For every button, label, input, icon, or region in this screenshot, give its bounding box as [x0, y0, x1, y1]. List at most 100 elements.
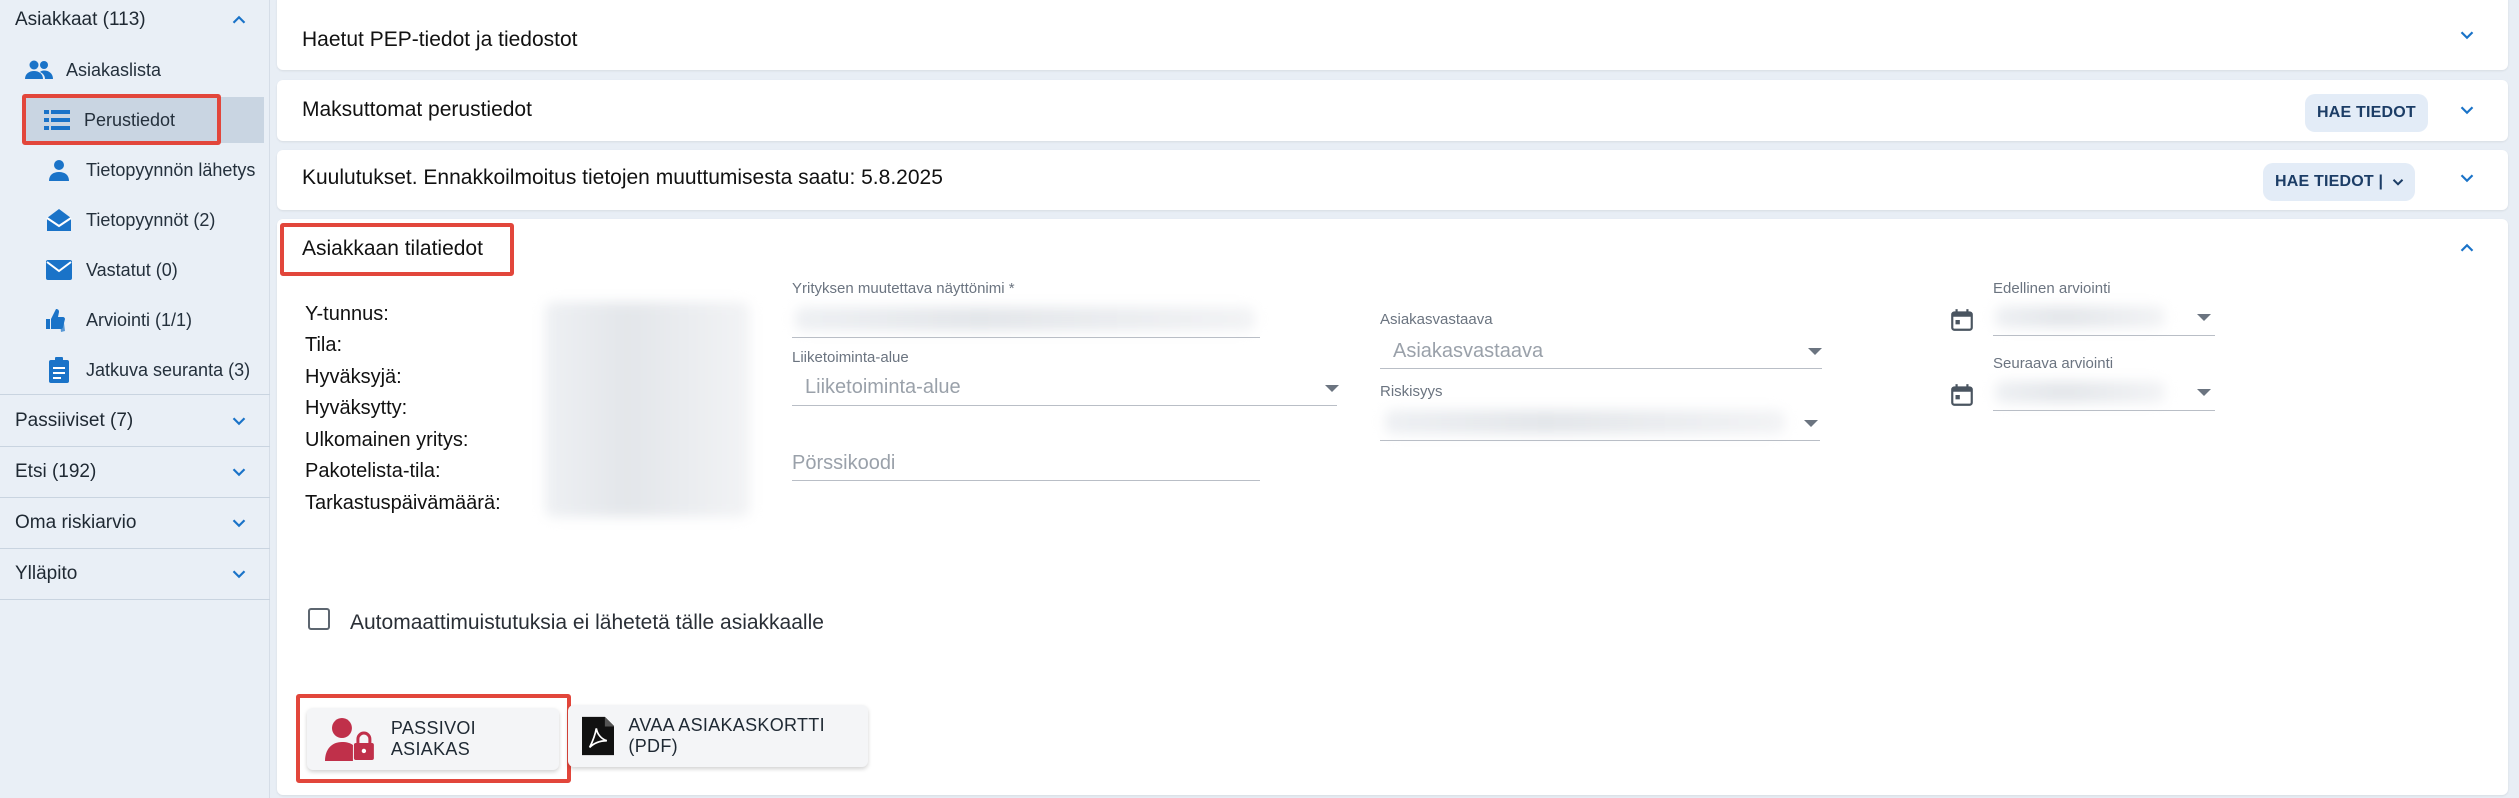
- chevron-up-icon[interactable]: [2456, 237, 2478, 259]
- clipboard-icon: [44, 357, 74, 383]
- card-kuulutukset[interactable]: Kuulutukset. Ennakkoilmoitus tietojen mu…: [277, 150, 2508, 210]
- riskisyys-label: Riskisyys: [1380, 383, 1443, 400]
- list-icon: [42, 107, 72, 133]
- chevron-down-icon: [232, 570, 246, 579]
- nayttonimi-label: Yrityksen muutettava näyttönimi *: [792, 280, 1015, 297]
- envelope-open-icon: [44, 207, 74, 233]
- sidebar-item-label: Vastatut (0): [86, 259, 178, 280]
- field-underline: [792, 405, 1337, 406]
- sidebar-item-label: Tietopyynnön lähetys: [86, 159, 256, 180]
- checkbox-label: Automaattimuistutuksia ei lähetetä tälle…: [350, 611, 824, 634]
- divider: [0, 497, 270, 498]
- chevron-down-icon[interactable]: [2456, 24, 2478, 46]
- user-lock-icon: [325, 718, 374, 761]
- sidebar-section-label: Passiiviset (7): [15, 410, 134, 431]
- sidebar-item-label: Tietopyynnöt (2): [86, 209, 216, 230]
- sidebar-section-yllapito[interactable]: Ylläpito: [0, 550, 270, 598]
- chevron-up-icon: [232, 15, 246, 24]
- liiketoiminta-label: Liiketoiminta-alue: [792, 349, 909, 366]
- divider: [0, 394, 270, 395]
- riskisyys-select[interactable]: [1385, 410, 1785, 434]
- chevron-down-icon[interactable]: [2456, 167, 2478, 189]
- liiketoiminta-select[interactable]: Liiketoiminta-alue: [805, 376, 961, 399]
- sidebar-section-etsi[interactable]: Etsi (192): [0, 448, 270, 496]
- sidebar-item-tietopyynnon-lahetys[interactable]: Tietopyynnön lähetys: [44, 147, 284, 193]
- info-label-hyvaksyja: Hyväksyjä:: [305, 366, 402, 388]
- chevron-down-icon[interactable]: [2456, 99, 2478, 121]
- avaa-asiakaskortti-button[interactable]: AVAA ASIAKASKORTTI (PDF): [568, 705, 868, 767]
- seuraava-date-field[interactable]: [1995, 381, 2165, 403]
- hae-tiedot-button[interactable]: HAE TIEDOT: [2305, 94, 2428, 132]
- sidebar-section-label: Oma riskiarvio: [15, 512, 137, 533]
- chevron-down-icon: [2393, 179, 2404, 186]
- sidebar-item-vastatut[interactable]: Vastatut (0): [44, 247, 284, 293]
- sidebar-item-label: Arviointi (1/1): [86, 309, 193, 330]
- edellinen-label: Edellinen arviointi: [1993, 280, 2111, 297]
- passivoi-asiakas-button[interactable]: PASSIVOI ASIAKAS: [307, 708, 559, 770]
- sidebar-section-label: Asiakkaat (113): [15, 9, 146, 30]
- sidebar-item-label: Asiakaslista: [66, 59, 162, 80]
- caret-down-icon: [2197, 389, 2211, 396]
- divider: [0, 446, 270, 447]
- info-label-pakotelista: Pakotelista-tila:: [305, 460, 441, 482]
- envelope-icon: [44, 257, 74, 283]
- hae-tiedot-dropdown-button[interactable]: HAE TIEDOT |: [2263, 163, 2416, 201]
- field-underline: [1993, 410, 2215, 411]
- automaattimuistutus-checkbox[interactable]: [308, 608, 330, 630]
- porssikoodi-input[interactable]: Pörssikoodi: [792, 452, 895, 475]
- caret-down-icon: [1808, 348, 1822, 355]
- card-title: Kuulutukset. Ennakkoilmoitus tietojen mu…: [302, 166, 943, 189]
- sidebar-section-asiakkaat[interactable]: Asiakkaat (113): [0, 0, 270, 44]
- sidebar-item-label: Perustiedot: [84, 109, 176, 130]
- calendar-icon[interactable]: [1949, 382, 1975, 408]
- chevron-down-icon: [232, 468, 246, 477]
- button-label: PASSIVOI ASIAKAS: [390, 718, 476, 759]
- card-pep[interactable]: Haetut PEP-tiedot ja tiedostot: [277, 0, 2508, 70]
- caret-down-icon: [1804, 420, 1818, 427]
- info-label-y-tunnus: Y-tunnus:: [305, 303, 389, 325]
- field-underline: [1993, 335, 2215, 336]
- field-underline: [792, 480, 1260, 481]
- asiakasvastaava-select[interactable]: Asiakasvastaava: [1393, 340, 1543, 363]
- card-title: Maksuttomat perustiedot: [302, 98, 532, 121]
- field-underline: [792, 337, 1260, 338]
- people-icon: [24, 57, 54, 83]
- info-label-ulkomainen: Ulkomainen yritys:: [305, 429, 469, 451]
- redacted-values: [545, 302, 750, 517]
- thumbs-icon: [44, 307, 74, 333]
- seuraava-label: Seuraava arviointi: [1993, 355, 2114, 372]
- button-label: AVAA ASIAKASKORTTI (PDF): [628, 715, 825, 756]
- caret-down-icon: [1325, 385, 1339, 392]
- chevron-down-icon: [232, 519, 246, 528]
- sidebar-item-jatkuva-seuranta[interactable]: Jatkuva seuranta (3): [44, 347, 284, 393]
- nayttonimi-field[interactable]: [795, 307, 1255, 331]
- sidebar-item-tietopyynnot[interactable]: Tietopyynnöt (2): [44, 197, 284, 243]
- divider: [0, 599, 270, 600]
- sidebar: Asiakkaat (113) Asiakaslista Perustiedot…: [0, 0, 270, 798]
- chevron-down-icon: [232, 417, 246, 426]
- info-label-tarkastus: Tarkastuspäivämäärä:: [305, 492, 501, 514]
- info-label-hyvaksytty: Hyväksytty:: [305, 397, 408, 419]
- card-title: Haetut PEP-tiedot ja tiedostot: [302, 28, 578, 51]
- pdf-icon: [582, 716, 615, 756]
- hae-tiedot-label: HAE TIEDOT |: [2275, 173, 2384, 190]
- sidebar-item-perustiedot[interactable]: Perustiedot: [24, 97, 264, 143]
- caret-down-icon: [2197, 314, 2211, 321]
- sidebar-section-label: Etsi (192): [15, 461, 97, 482]
- calendar-icon[interactable]: [1949, 307, 1975, 333]
- sidebar-item-asiakaslista[interactable]: Asiakaslista: [24, 47, 264, 93]
- card-title: Asiakkaan tilatiedot: [302, 237, 483, 260]
- sidebar-item-label: Jatkuva seuranta (3): [86, 359, 251, 380]
- divider: [0, 548, 270, 549]
- field-underline: [1380, 440, 1820, 441]
- asiakasvastaava-label: Asiakasvastaava: [1380, 311, 1493, 328]
- person-icon: [44, 157, 74, 183]
- sidebar-section-label: Ylläpito: [15, 563, 78, 584]
- field-underline: [1380, 368, 1822, 369]
- sidebar-section-passiiviset[interactable]: Passiiviset (7): [0, 397, 270, 445]
- edellinen-date-field[interactable]: [1995, 306, 2165, 328]
- sidebar-section-oma-riskiarvio[interactable]: Oma riskiarvio: [0, 499, 270, 547]
- info-label-tila: Tila:: [305, 334, 343, 356]
- card-maksuttomat[interactable]: Maksuttomat perustiedot HAE TIEDOT: [277, 80, 2508, 141]
- sidebar-item-arviointi[interactable]: Arviointi (1/1): [44, 297, 284, 343]
